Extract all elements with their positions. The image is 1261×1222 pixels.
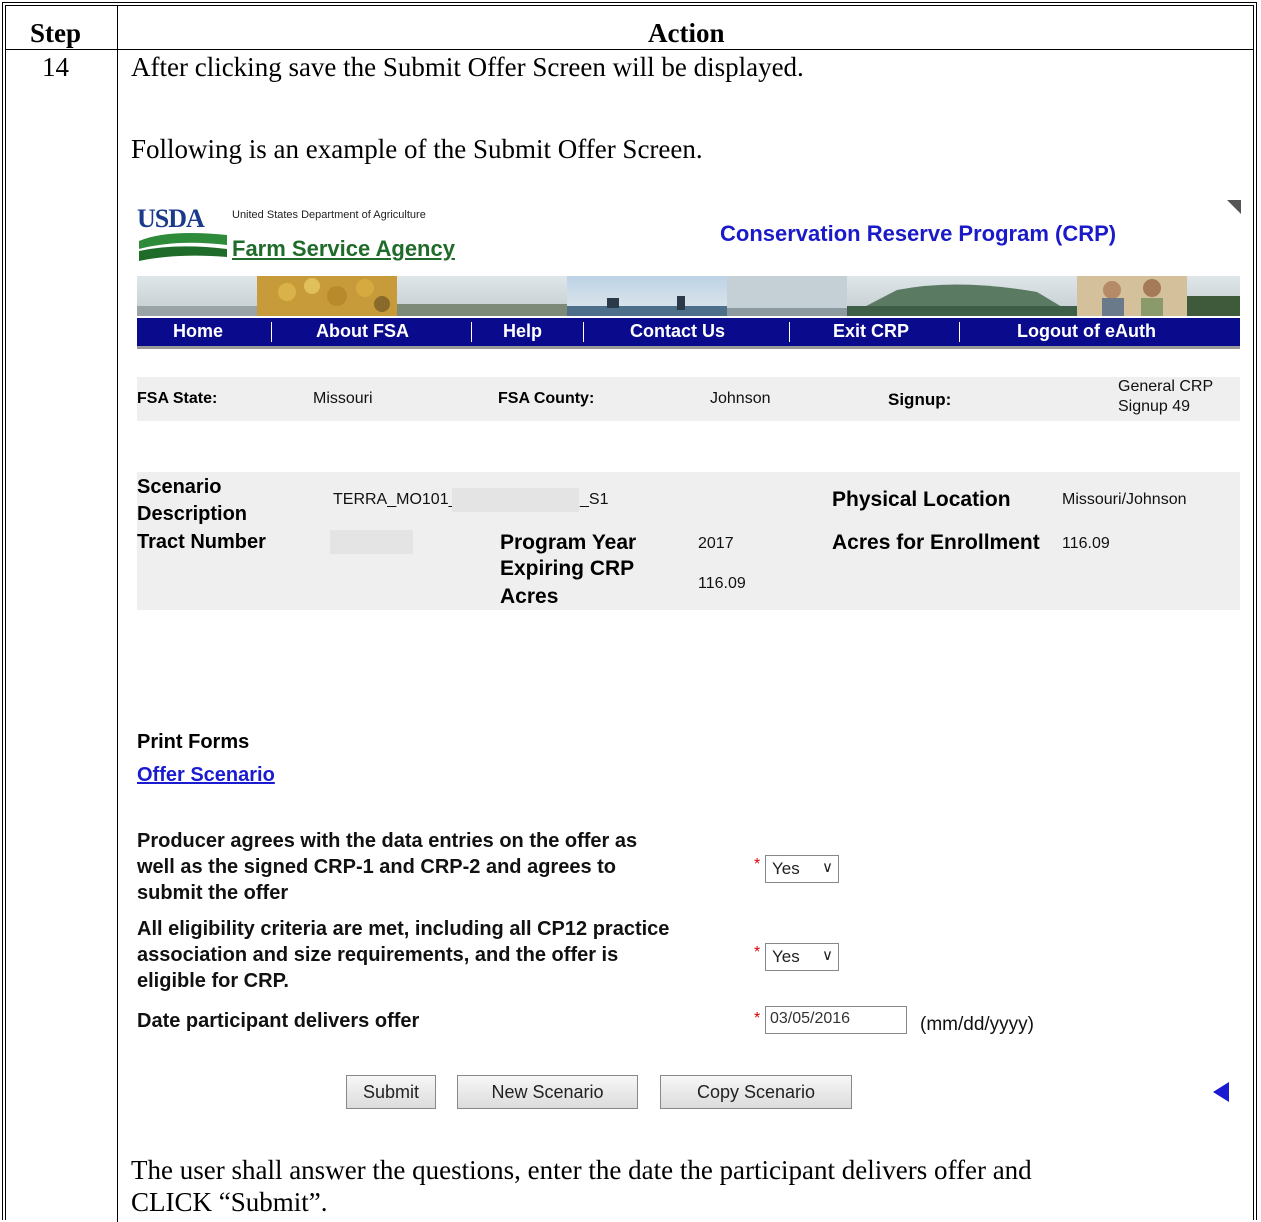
offer-scenario-link[interactable]: Offer Scenario <box>137 764 275 787</box>
fsa-state-value: Missouri <box>313 390 373 407</box>
expiring-crp-label-2: Acres <box>500 585 559 608</box>
nav-help[interactable]: Help <box>503 321 542 342</box>
paragraph-1: After clicking save the Submit Offer Scr… <box>131 52 804 82</box>
required-marker: * <box>754 856 761 873</box>
scenario-description-prefix: TERRA_MO101_ <box>333 491 458 508</box>
copy-scenario-button[interactable]: Copy Scenario <box>660 1075 852 1109</box>
nav-bar: Home About FSA Help Contact Us Exit CRP … <box>137 318 1240 349</box>
instruction-table <box>2 2 1257 1220</box>
eligibility-value: Yes <box>772 947 800 966</box>
question-1-line-1: Producer agrees with the data entries on… <box>137 830 638 852</box>
scenario-description-label-2: Description <box>137 503 248 525</box>
step-number: 14 <box>42 52 69 82</box>
nav-separator <box>271 322 272 342</box>
question-2-line-2: association and size requirements, and t… <box>137 944 619 966</box>
acres-enrollment-value: 116.09 <box>1062 535 1110 552</box>
scenario-description-suffix: _S1 <box>580 491 609 508</box>
nav-exit-crp[interactable]: Exit CRP <box>833 321 909 342</box>
chevron-down-icon: ∨ <box>822 947 833 964</box>
paragraph-3-line-1: The user shall answer the questions, ent… <box>131 1155 1032 1185</box>
corner-arrow-icon <box>1227 200 1241 214</box>
nav-separator <box>471 322 472 342</box>
question-1-line-2: well as the signed CRP-1 and CRP-2 and a… <box>137 856 617 878</box>
signup-value-line1: General CRP <box>1118 378 1214 395</box>
usda-wordmark: USDA <box>137 204 205 233</box>
submit-button[interactable]: Submit <box>346 1075 436 1109</box>
producer-agrees-select[interactable]: Yes ∨ <box>765 855 839 883</box>
new-scenario-button[interactable]: New Scenario <box>457 1075 638 1109</box>
print-forms-label: Print Forms <box>137 731 250 753</box>
fsa-state-label: FSA State: <box>137 390 218 407</box>
signup-label: Signup: <box>888 390 952 409</box>
nav-separator <box>959 322 960 342</box>
nav-separator <box>789 322 790 342</box>
step-header: Step <box>30 18 82 48</box>
required-marker: * <box>754 1010 761 1027</box>
acres-enrollment-label: Acres for Enrollment <box>832 531 1040 554</box>
question-2-line-3: eligible for CRP. <box>137 970 289 992</box>
usda-department: United States Department of Agriculture <box>232 209 426 221</box>
program-year-value: 2017 <box>698 535 734 552</box>
column-divider <box>117 6 118 1222</box>
signup-value-line2: Signup 49 <box>1118 398 1191 415</box>
redacted-tract-number <box>330 530 413 554</box>
paragraph-3-line-2: CLICK “Submit”. <box>131 1187 328 1217</box>
banner-photo-strip <box>137 276 1240 316</box>
fsa-agency-name[interactable]: Farm Service Agency <box>232 236 455 262</box>
crp-page-title: Conservation Reserve Program (CRP) <box>720 221 1117 246</box>
expiring-crp-value: 116.09 <box>698 575 746 592</box>
producer-agrees-value: Yes <box>772 859 800 878</box>
date-format-hint: (mm/dd/yyyy) <box>920 1014 1034 1035</box>
nav-logout[interactable]: Logout of eAuth <box>1017 321 1156 342</box>
question-2-line-1: All eligibility criteria are met, includ… <box>137 918 670 940</box>
paragraph-2: Following is an example of the Submit Of… <box>131 134 703 164</box>
nav-home[interactable]: Home <box>173 321 223 342</box>
date-delivers-input[interactable]: 03/05/2016 <box>765 1006 907 1034</box>
fsa-county-label: FSA County: <box>498 390 595 407</box>
fsa-county-value: Johnson <box>710 390 771 407</box>
nav-about-fsa[interactable]: About FSA <box>316 321 409 342</box>
redacted-block <box>452 488 579 512</box>
expiring-crp-label-1: Expiring CRP <box>500 557 635 580</box>
signup-info-panel <box>137 377 1240 421</box>
nav-separator <box>583 322 584 342</box>
scenario-description-label-1: Scenario <box>137 476 222 498</box>
physical-location-label: Physical Location <box>832 488 1011 511</box>
back-arrow-icon[interactable] <box>1213 1082 1229 1102</box>
header-divider <box>6 49 1253 50</box>
chevron-down-icon: ∨ <box>822 859 833 876</box>
tract-number-label: Tract Number <box>137 531 266 553</box>
question-1-line-3: submit the offer <box>137 882 289 904</box>
nav-contact-us[interactable]: Contact Us <box>630 321 725 342</box>
eligibility-select[interactable]: Yes ∨ <box>765 943 839 971</box>
action-header: Action <box>648 18 725 48</box>
physical-location-value: Missouri/Johnson <box>1062 491 1187 508</box>
date-delivers-label: Date participant delivers offer <box>137 1010 420 1032</box>
program-year-label: Program Year <box>500 531 637 554</box>
required-marker: * <box>754 944 761 961</box>
